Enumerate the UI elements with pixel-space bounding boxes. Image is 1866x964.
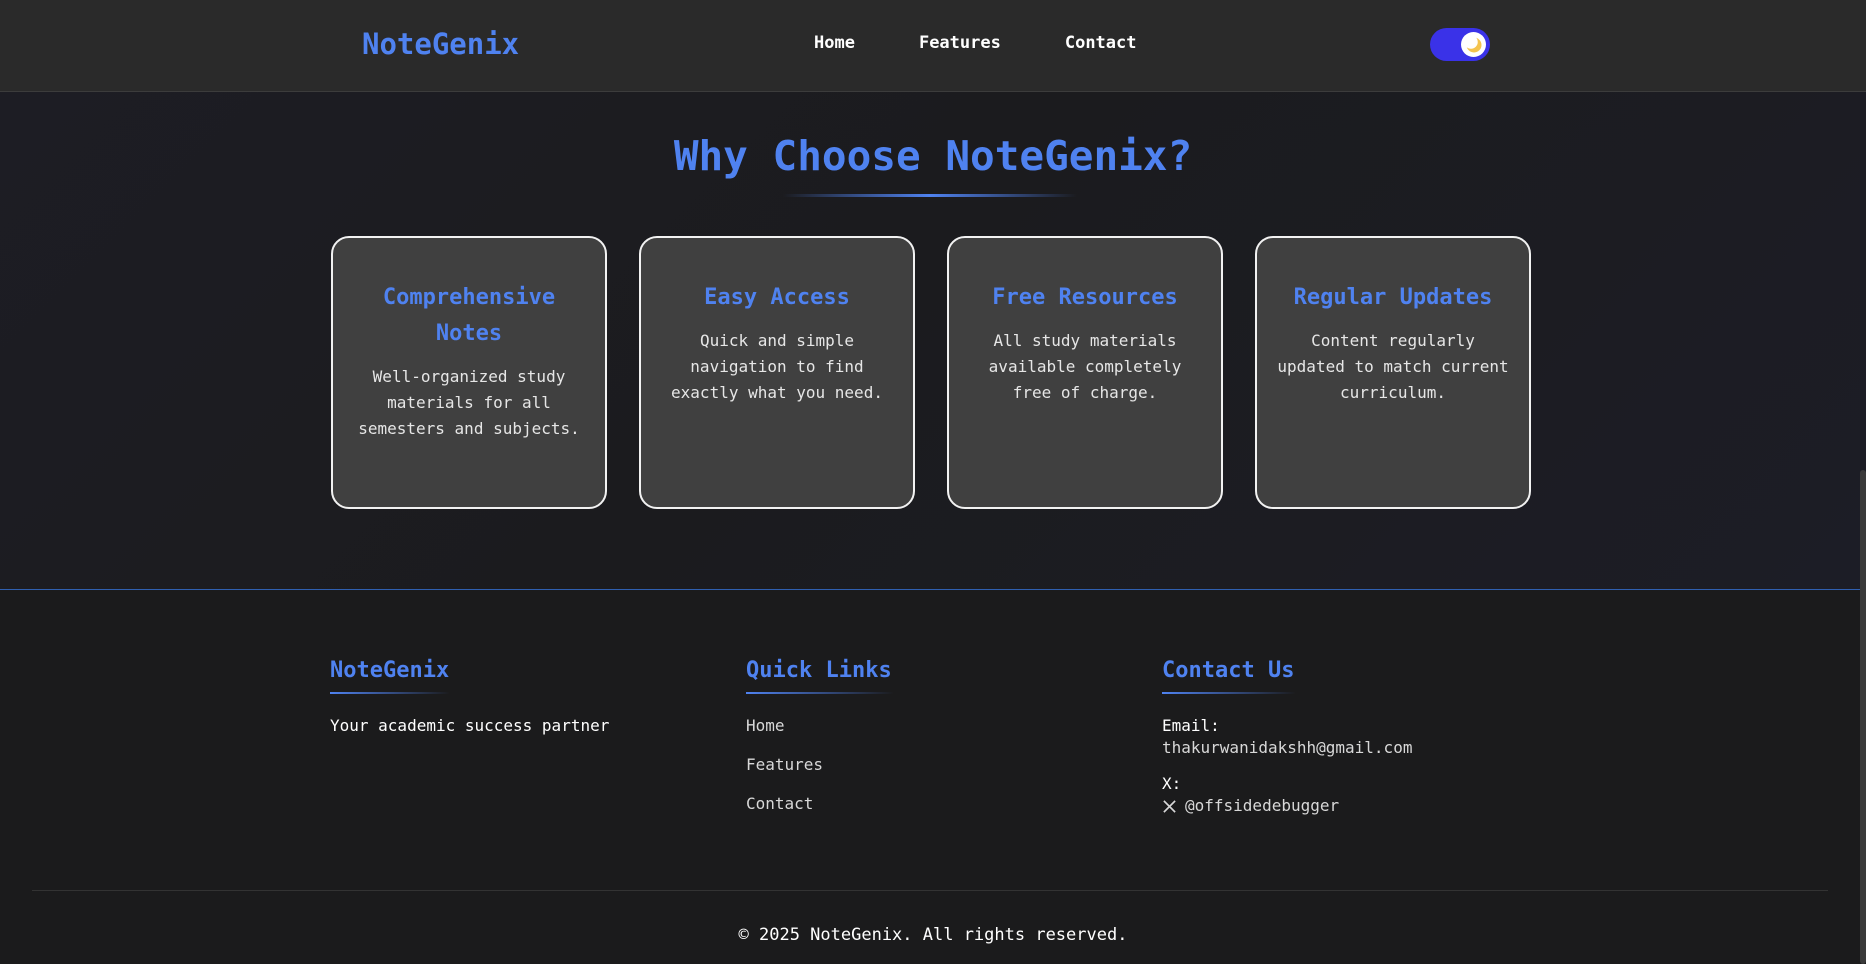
feature-card-free-resources: Free Resources All study materials avail… [947,236,1223,509]
toggle-knob [1461,32,1486,57]
nav-link-features[interactable]: Features [919,33,1001,53]
footer-heading-underline [330,692,450,694]
footer-quick-links-title: Quick Links [746,658,892,683]
feature-card-title: Free Resources [992,285,1178,310]
theme-toggle[interactable] [1430,28,1490,61]
feature-card-text: Quick and simple navigation to find exac… [671,331,883,402]
x-label: X: [1162,774,1182,793]
email-link[interactable]: thakurwanidakshh@gmail.com [1162,736,1522,760]
nav-link-home[interactable]: Home [814,33,855,53]
feature-card-text: Content regularly updated to match curre… [1277,331,1509,402]
footer-brand-title: NoteGenix [330,658,450,683]
feature-card-text: Well-organized study materials for all s… [358,367,580,438]
feature-card-title: Regular Updates [1293,285,1493,310]
footer-heading-underline [1162,692,1296,694]
x-handle-row[interactable]: @offsidedebugger [1162,794,1522,818]
nav-link-contact[interactable]: Contact [1065,33,1137,53]
footer-quick-links-column: Quick Links Home Features Contact [746,656,1046,833]
brand-logo[interactable]: NoteGenix [362,27,519,61]
section-title: Why Choose NoteGenix? [673,132,1193,180]
footer-brand-column: NoteGenix Your academic success partner [330,656,630,735]
footer-divider [32,890,1828,891]
page-scrollbar[interactable] [1860,470,1866,964]
x-handle[interactable]: @offsidedebugger [1185,794,1339,818]
footer-tagline: Your academic success partner [330,716,610,735]
x-logo-icon [1163,799,1176,813]
feature-card-easy-access: Easy Access Quick and simple navigation … [639,236,915,509]
feature-card-title: Easy Access [704,285,850,310]
main-nav: Home Features Contact [814,33,1201,53]
top-navbar: NoteGenix Home Features Contact [0,0,1866,92]
feature-card-title: Comprehensive Notes [382,285,556,346]
feature-card-text: All study materials available completely… [988,331,1182,402]
footer-link-features[interactable]: Features [746,755,1046,775]
title-underline [783,194,1077,197]
copyright-text: © 2025 NoteGenix. All rights reserved. [738,925,1128,945]
footer-link-home[interactable]: Home [746,716,1046,736]
features-section: Why Choose NoteGenix? Comprehensive Note… [0,92,1866,590]
footer-heading-underline [746,692,894,694]
moon-icon [1464,35,1481,52]
footer-link-contact[interactable]: Contact [746,794,1046,814]
footer-contact-column: Contact Us Email: thakurwanidakshh@gmail… [1162,656,1522,818]
feature-card-comprehensive-notes: Comprehensive Notes Well-organized study… [331,236,607,509]
feature-card-regular-updates: Regular Updates Content regularly update… [1255,236,1531,509]
footer-contact-title: Contact Us [1162,658,1295,683]
email-label: Email: [1162,716,1220,735]
